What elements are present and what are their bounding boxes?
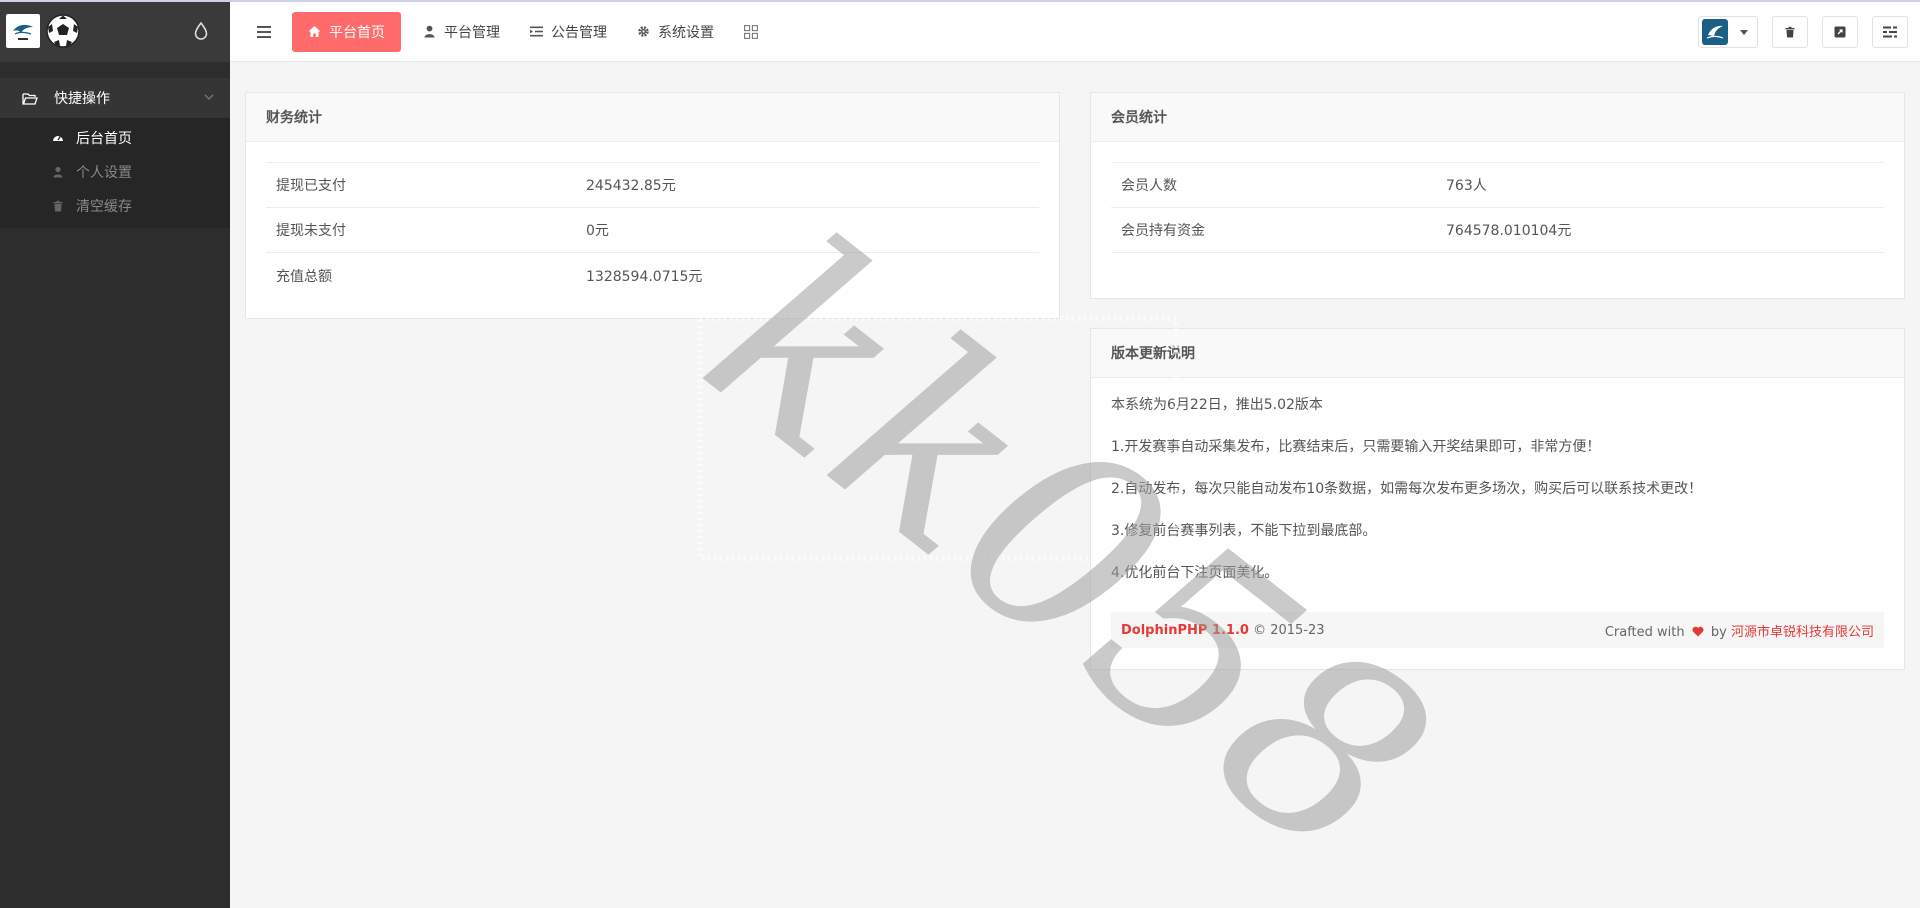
external-link-icon: [1834, 26, 1846, 38]
submenu-quick: 后台首页 个人设置 清空缓存: [0, 118, 230, 228]
row-label: 提现未支付: [276, 223, 346, 239]
nav-label: 平台管理: [444, 24, 500, 41]
avatar-logo-icon: [1706, 25, 1724, 39]
clear-cache-button[interactable]: [1772, 16, 1808, 48]
top-header: 平台首页 平台管理 公告管理 系统设置: [230, 2, 1920, 62]
row-label: 充值总额: [276, 268, 332, 285]
menu-group-quick: 快捷操作 后台首页 个人设置 清空缓存: [0, 78, 230, 228]
table-row: 充值总额 1328594.0715元: [266, 253, 1039, 298]
folder-open-icon: [22, 92, 38, 105]
version-line: 3.修复前台赛事列表，不能下拉到最底部。: [1111, 523, 1377, 539]
nav-label: 系统设置: [658, 24, 714, 41]
product-link[interactable]: DolphinPHP 1.1.0: [1121, 623, 1249, 638]
footer-left: DolphinPHP 1.1.0 © 2015-23: [1121, 623, 1325, 638]
version-notes-panel: 版本更新说明 本系统为6月22日，推出5.02版本 1.开发赛事自动采集发布，比…: [1090, 328, 1905, 670]
caret-down-icon: [1740, 29, 1748, 35]
user-icon: [423, 25, 436, 38]
company-link[interactable]: 河源市卓锐科技有限公司: [1731, 625, 1874, 640]
theme-drop-icon[interactable]: [194, 22, 208, 40]
version-line: 4.优化前台下注页面美化。: [1111, 565, 1279, 581]
crafted-text: Crafted with: [1604, 624, 1685, 640]
footer-right: Crafted with by 河源市卓锐科技有限公司: [1605, 621, 1874, 640]
member-stats-panel: 会员统计 会员人数 763人 会员持有资金 764578.010104元: [1090, 92, 1905, 299]
hamburger-menu-icon[interactable]: [257, 25, 271, 38]
tasks-list-icon: [1883, 26, 1897, 38]
sidebar-item-clear-cache[interactable]: 清空缓存: [0, 189, 230, 223]
version-line: 2.自动发布，每次只能自动发布10条数据，如需每次发布更多场次，购买后可以联系技…: [1111, 481, 1703, 497]
open-frontend-button[interactable]: [1822, 16, 1858, 48]
row-value: 763人: [1446, 178, 1487, 194]
row-label: 会员持有资金: [1121, 223, 1205, 239]
logo-bird-icon: [13, 24, 33, 40]
row-label: 提现已支付: [276, 178, 346, 194]
nav-label: 公告管理: [551, 24, 607, 41]
sidebar-header: [0, 0, 230, 62]
sidebar: 快捷操作 后台首页 个人设置 清空缓存: [0, 0, 230, 908]
row-value: 1328594.0715元: [586, 268, 703, 285]
version-line: 本系统为6月22日，推出5.02版本: [1111, 397, 1323, 413]
nav-platform-home[interactable]: 平台首页: [292, 11, 401, 52]
member-table: 会员人数 763人 会员持有资金 764578.010104元: [1111, 162, 1884, 253]
logo[interactable]: [6, 14, 40, 48]
row-value: 245432.85元: [586, 178, 676, 194]
home-icon: [308, 25, 321, 38]
nav-system-settings[interactable]: 系统设置: [623, 12, 728, 52]
nav-platform-management[interactable]: 平台管理: [409, 12, 514, 52]
sidebar-item-label: 后台首页: [76, 131, 132, 147]
panel-title: 财务统计: [246, 93, 1059, 142]
trash-icon: [1785, 26, 1795, 38]
finance-stats-panel: 财务统计 提现已支付 245432.85元 提现未支付 0元 充值总额 1328…: [245, 92, 1060, 319]
row-value: 764578.010104元: [1446, 223, 1572, 239]
row-label: 会员人数: [1121, 178, 1177, 194]
sidebar-item-label: 个人设置: [76, 165, 132, 181]
user-avatar-dropdown[interactable]: [1698, 16, 1758, 48]
table-row: 提现已支付 245432.85元: [266, 163, 1039, 208]
gear-icon: [637, 25, 650, 38]
version-notes-body: 本系统为6月22日，推出5.02版本 1.开发赛事自动采集发布，比赛结束后，只需…: [1091, 378, 1904, 583]
nav-label: 平台首页: [329, 24, 385, 41]
dashboard-icon: [52, 132, 64, 144]
by-text: by: [1710, 624, 1727, 640]
sidebar-item-dashboard[interactable]: 后台首页: [0, 121, 230, 155]
version-line: 1.开发赛事自动采集发布，比赛结束后，只需要输入开奖结果即可，非常方便！: [1111, 439, 1601, 455]
menu-quick-label: 快捷操作: [54, 91, 110, 107]
panel-title: 版本更新说明: [1091, 329, 1904, 378]
version-footer: DolphinPHP 1.1.0 © 2015-23 Crafted with …: [1111, 612, 1884, 648]
heart-icon: [1692, 626, 1704, 636]
user-icon: [52, 166, 64, 178]
table-row: 会员持有资金 764578.010104元: [1111, 208, 1884, 253]
soccer-ball-icon: [46, 14, 80, 48]
side-panel-toggle-button[interactable]: [1872, 16, 1908, 48]
table-row: 会员人数 763人: [1111, 163, 1884, 208]
chevron-down-icon: [204, 94, 214, 100]
list-indent-icon: [530, 25, 543, 38]
copyright-text: © 2015-23: [1253, 622, 1325, 638]
finance-table: 提现已支付 245432.85元 提现未支付 0元 充值总额 1328594.0…: [266, 162, 1039, 298]
menu-quick-operations[interactable]: 快捷操作: [0, 78, 230, 118]
header-actions: [1684, 16, 1908, 48]
trash-icon: [52, 200, 64, 212]
sidebar-item-label: 清空缓存: [76, 199, 132, 215]
sidebar-item-profile[interactable]: 个人设置: [0, 155, 230, 189]
panel-title: 会员统计: [1091, 93, 1904, 142]
grid-apps-icon[interactable]: [744, 24, 758, 39]
table-row: 提现未支付 0元: [266, 208, 1039, 253]
top-accent-line: [0, 0, 1920, 2]
row-value: 0元: [586, 223, 609, 239]
nav-announcement-management[interactable]: 公告管理: [516, 12, 621, 52]
avatar: [1702, 19, 1728, 45]
